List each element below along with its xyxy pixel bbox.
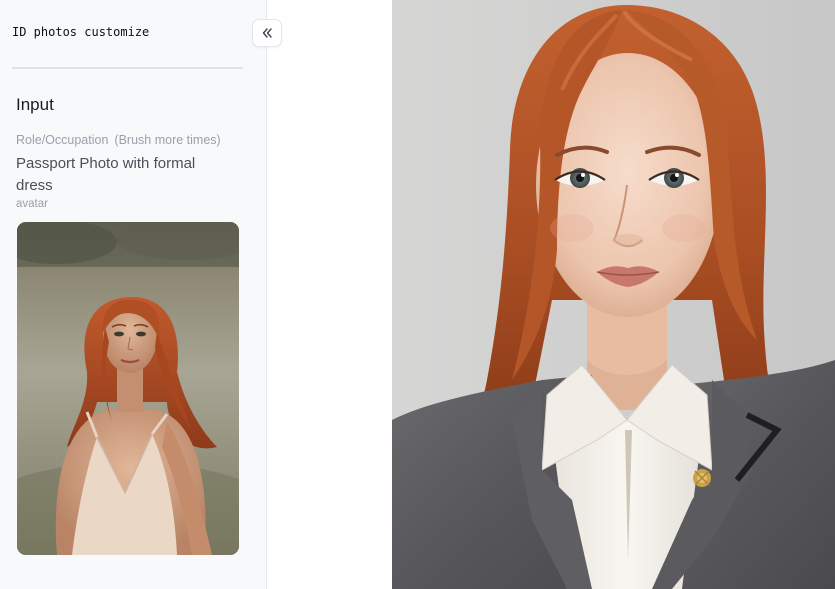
role-label-text: Role/Occupation	[16, 133, 109, 147]
app-title: ID photos customize	[12, 25, 150, 39]
sidebar: ID photos customize Input Role/Occupatio…	[0, 0, 267, 589]
avatar-image[interactable]	[17, 222, 239, 555]
avatar-photo	[17, 222, 239, 555]
main-panel-gap	[268, 0, 392, 589]
role-field-label: Role/Occupation (Brush more times)	[16, 133, 221, 147]
role-label-hint: (Brush more times)	[114, 133, 221, 147]
id-photo-output	[392, 0, 835, 589]
id-photo-app: ID photos customize Input Role/Occupatio…	[0, 0, 835, 589]
double-chevron-left-icon	[262, 28, 272, 38]
avatar-field-label: avatar	[16, 198, 48, 210]
generated-id-photo	[392, 0, 835, 589]
role-field-value[interactable]: Passport Photo with formal dress	[16, 153, 231, 197]
title-divider	[12, 67, 243, 69]
input-section-heading: Input	[16, 95, 54, 114]
collapse-sidebar-button[interactable]	[252, 19, 282, 47]
